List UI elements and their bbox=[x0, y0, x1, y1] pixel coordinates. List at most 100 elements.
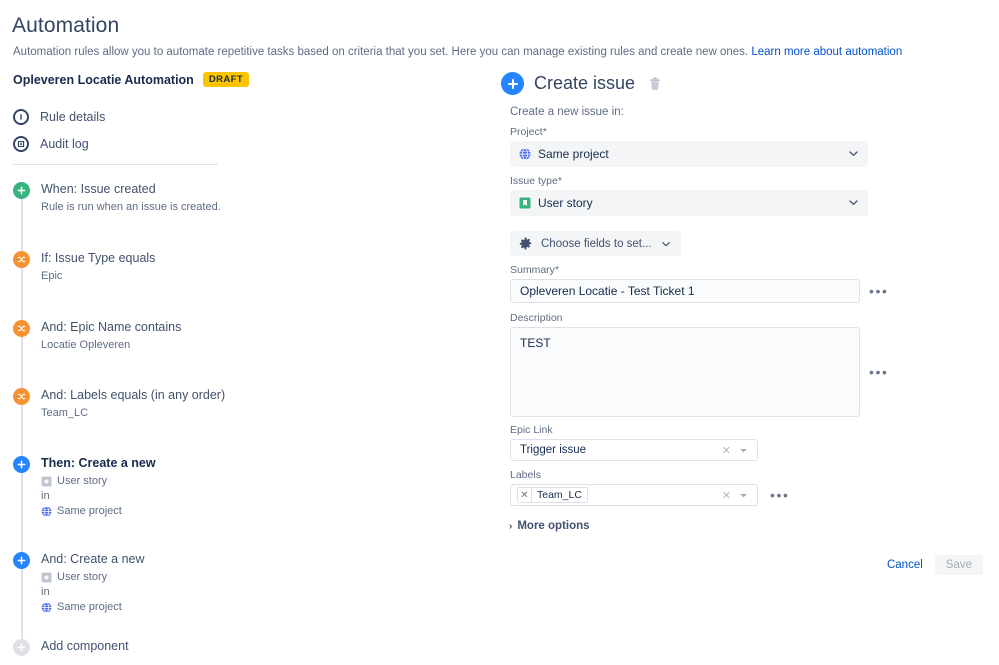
project-field: Project* Same project bbox=[510, 126, 868, 167]
add-component-button[interactable]: Add component bbox=[13, 639, 433, 656]
branch-circle-icon bbox=[13, 251, 30, 268]
step-in-word: in bbox=[41, 586, 50, 598]
summary-label: Summary* bbox=[510, 264, 560, 276]
plus-circle-icon bbox=[13, 182, 30, 199]
step-subtitle: Locatie Opleveren bbox=[41, 339, 131, 351]
rule-step-action-create-2[interactable]: And: Create a new User story in Same pro… bbox=[13, 552, 433, 615]
step-title: If: Issue Type equals bbox=[41, 251, 156, 265]
step-detail: User story in Same project bbox=[41, 474, 156, 519]
issue-type-field: Issue type* User story bbox=[510, 175, 868, 216]
globe-icon bbox=[41, 506, 52, 517]
sidebar-item-rule-details[interactable]: Rule details bbox=[13, 109, 105, 125]
choose-fields-label: Choose fields to set... bbox=[541, 237, 652, 250]
choose-fields-wrapper: Choose fields to set... bbox=[510, 231, 681, 256]
caret-down-icon bbox=[740, 493, 747, 497]
chevron-right-icon: › bbox=[509, 520, 513, 532]
labels-more-icon[interactable]: ••• bbox=[770, 488, 790, 502]
description-value: TEST bbox=[520, 336, 551, 350]
save-button[interactable]: Save bbox=[934, 555, 983, 575]
epic-link-label: Epic Link bbox=[510, 424, 553, 436]
step-title: When: Issue created bbox=[41, 182, 156, 196]
chip-remove-icon[interactable]: ✕ bbox=[518, 488, 532, 502]
sidebar-item-label: Audit log bbox=[40, 137, 89, 151]
automation-page: Automation Automation rules allow you to… bbox=[0, 0, 999, 665]
step-in-word: in bbox=[41, 490, 50, 502]
description-textarea[interactable]: TEST bbox=[510, 327, 860, 417]
labels-picker[interactable]: ✕ Team_LC ✕ bbox=[510, 484, 758, 506]
status-badge: DRAFT bbox=[202, 72, 250, 87]
branch-circle-icon bbox=[13, 388, 30, 405]
issue-type-placeholder-icon bbox=[41, 572, 52, 583]
panel-actions: Cancel Save bbox=[881, 555, 983, 575]
more-options-label: More options bbox=[517, 520, 590, 532]
plus-circle-icon bbox=[13, 639, 30, 656]
summary-input[interactable]: Opleveren Locatie - Test Ticket 1 bbox=[510, 279, 860, 303]
summary-field: Summary* Opleveren Locatie - Test Ticket… bbox=[510, 264, 890, 303]
rule-step-action-create-1[interactable]: Then: Create a new User story in Same pr… bbox=[13, 456, 433, 519]
project-select[interactable]: Same project bbox=[510, 141, 868, 167]
step-issue-type-label: User story bbox=[57, 571, 108, 583]
step-issue-type-row: User story bbox=[41, 474, 156, 489]
epic-link-field: Epic Link Trigger issue ✕ bbox=[510, 424, 890, 461]
panel-title: Create issue bbox=[534, 73, 636, 93]
label-chip[interactable]: ✕ Team_LC bbox=[517, 487, 588, 503]
step-issue-type-row: User story bbox=[41, 570, 145, 585]
step-title: And: Create a new bbox=[41, 552, 145, 566]
step-title: And: Epic Name contains bbox=[41, 320, 182, 334]
step-project-label: Same project bbox=[57, 505, 122, 517]
labels-field: Labels ✕ Team_LC ✕ ••• bbox=[510, 469, 910, 506]
step-project-label: Same project bbox=[57, 601, 122, 613]
issue-type-label: Issue type* bbox=[510, 175, 562, 187]
issue-type-select[interactable]: User story bbox=[510, 190, 868, 216]
plus-circle-icon bbox=[13, 456, 30, 473]
chevron-down-icon bbox=[849, 200, 858, 205]
globe-icon bbox=[41, 602, 52, 613]
step-issue-type-label: User story bbox=[57, 475, 108, 487]
step-project-row: Same project bbox=[41, 504, 156, 519]
sidebar-divider bbox=[13, 164, 218, 165]
step-subtitle: Team_LC bbox=[41, 407, 89, 419]
labels-label: Labels bbox=[510, 469, 541, 481]
info-circle-icon bbox=[13, 109, 29, 125]
description-field: Description TEST ••• bbox=[510, 312, 890, 417]
cancel-button[interactable]: Cancel bbox=[881, 555, 929, 575]
description-label: Description bbox=[510, 312, 563, 324]
plus-circle-icon bbox=[13, 552, 30, 569]
project-label: Project* bbox=[510, 126, 547, 138]
step-title: Add component bbox=[41, 639, 129, 653]
description-more-icon[interactable]: ••• bbox=[869, 365, 889, 379]
step-detail: User story in Same project bbox=[41, 570, 145, 615]
more-options-toggle[interactable]: › More options bbox=[509, 520, 590, 532]
summary-more-icon[interactable]: ••• bbox=[869, 284, 889, 298]
chevron-down-icon bbox=[849, 151, 858, 156]
rule-step-condition-epic-name[interactable]: And: Epic Name contains Locatie Oplevere… bbox=[13, 320, 433, 353]
gear-icon bbox=[519, 237, 532, 250]
caret-down-icon bbox=[740, 448, 747, 452]
step-subtitle: Rule is run when an issue is created. bbox=[41, 201, 221, 213]
step-subtitle: Epic bbox=[41, 270, 63, 282]
sidebar-item-label: Rule details bbox=[40, 110, 106, 124]
chevron-down-icon bbox=[661, 241, 670, 246]
bookmark-icon bbox=[519, 197, 531, 209]
epic-link-value: Trigger issue bbox=[520, 444, 587, 456]
project-value: Same project bbox=[538, 147, 609, 161]
choose-fields-button[interactable]: Choose fields to set... bbox=[510, 231, 681, 256]
panel-header: Create issue bbox=[501, 72, 661, 95]
rule-step-condition-labels[interactable]: And: Labels equals (in any order) Team_L… bbox=[13, 388, 433, 421]
rule-step-trigger[interactable]: When: Issue created Rule is run when an … bbox=[13, 182, 433, 215]
clear-x-icon[interactable]: ✕ bbox=[722, 444, 731, 457]
list-circle-icon bbox=[13, 136, 29, 152]
plus-circle-icon bbox=[501, 72, 524, 95]
trash-icon[interactable] bbox=[649, 77, 661, 90]
clear-x-icon[interactable]: ✕ bbox=[722, 489, 731, 502]
issue-type-placeholder-icon bbox=[41, 476, 52, 487]
step-title: And: Labels equals (in any order) bbox=[41, 388, 226, 402]
sidebar-item-audit-log[interactable]: Audit log bbox=[13, 136, 89, 152]
branch-circle-icon bbox=[13, 320, 30, 337]
rule-header: Opleveren Locatie Automation DRAFT bbox=[13, 72, 250, 87]
panel-intro: Create a new issue in: bbox=[510, 106, 624, 118]
rule-step-condition-issue-type[interactable]: If: Issue Type equals Epic bbox=[13, 251, 433, 284]
issue-type-value: User story bbox=[538, 196, 593, 210]
create-issue-panel: Create issue Create a new issue in: Proj… bbox=[498, 0, 999, 665]
epic-link-picker[interactable]: Trigger issue ✕ bbox=[510, 439, 758, 461]
